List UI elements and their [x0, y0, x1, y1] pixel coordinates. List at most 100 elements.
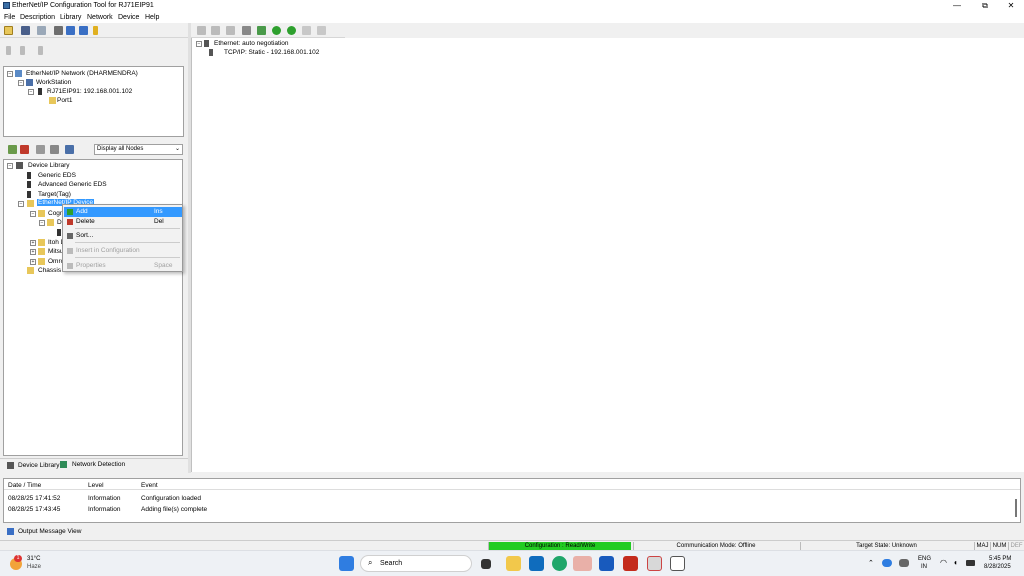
- clock-time[interactable]: 5:45 PM: [989, 556, 1011, 562]
- open-folder-icon[interactable]: [4, 26, 13, 35]
- tab-device-library[interactable]: Device Library: [18, 462, 60, 469]
- language-region[interactable]: IN: [921, 564, 927, 570]
- ethernet-tool-taskbar-icon[interactable]: [670, 556, 685, 571]
- language-code[interactable]: ENG: [918, 556, 931, 562]
- tree-device-library[interactable]: Device Library: [28, 162, 70, 169]
- view-icon[interactable]: [66, 26, 75, 35]
- tree-tcpip[interactable]: TCP/IP: Static - 192.168.001.102: [224, 49, 319, 56]
- connect-icon[interactable]: [37, 26, 46, 35]
- wifi-icon[interactable]: ◠: [940, 558, 947, 567]
- folder-icon: [38, 258, 45, 265]
- col-datetime[interactable]: Date / Time: [8, 482, 41, 489]
- config-tool3-icon[interactable]: [226, 26, 235, 35]
- windows-start-icon[interactable]: [339, 556, 354, 571]
- window-icon[interactable]: [79, 26, 88, 35]
- search-box[interactable]: ⌕ Search: [360, 555, 472, 572]
- row-level: Information: [88, 506, 121, 513]
- collapse-icon[interactable]: −: [7, 71, 13, 77]
- expand-icon[interactable]: +: [30, 249, 36, 255]
- menu-divider: [75, 228, 180, 229]
- tree-network-root[interactable]: EtherNet/IP Network (DHARMENDRA): [26, 70, 138, 77]
- move-up-icon[interactable]: [6, 46, 11, 55]
- arrow-right-icon[interactable]: [50, 145, 59, 154]
- col-event[interactable]: Event: [141, 482, 158, 489]
- filter-select[interactable]: Display all Nodes ⌄: [94, 144, 183, 155]
- list-icon[interactable]: [242, 26, 251, 35]
- menu-item-sort[interactable]: Sort...: [64, 231, 182, 241]
- menu-item-properties[interactable]: Properties Space: [64, 261, 182, 271]
- download-icon[interactable]: [287, 26, 296, 35]
- library-copy-icon[interactable]: [36, 145, 45, 154]
- tree-target-tag[interactable]: Target(Tag): [38, 191, 71, 198]
- menu-description[interactable]: Description: [20, 14, 55, 21]
- config-tool-icon[interactable]: [197, 26, 206, 35]
- tree-port[interactable]: Port1: [57, 97, 73, 104]
- minimize-button[interactable]: —: [944, 1, 970, 10]
- close-button[interactable]: ✕: [998, 1, 1024, 10]
- diagnose-icon[interactable]: [302, 26, 311, 35]
- volume-icon[interactable]: ◖: [953, 558, 958, 567]
- network-tree-panel: − EtherNet/IP Network (DHARMENDRA) − Wor…: [3, 66, 184, 137]
- add-library-icon[interactable]: [8, 145, 17, 154]
- sort-icon: [67, 233, 73, 239]
- online-icon[interactable]: [272, 26, 281, 35]
- pdf-icon[interactable]: [623, 556, 638, 571]
- expand-icon[interactable]: +: [30, 259, 36, 265]
- library-icon: [7, 462, 14, 469]
- ethernet-icon: [204, 40, 209, 47]
- config-tool-taskbar-icon[interactable]: [647, 556, 662, 571]
- tab-output-message-view[interactable]: Output Message View: [18, 528, 81, 535]
- menu-item-delete[interactable]: Delete Del: [64, 217, 182, 227]
- print-icon[interactable]: [54, 26, 63, 35]
- tree-advanced-generic-eds[interactable]: Advanced Generic EDS: [38, 181, 107, 188]
- config-tool2-icon[interactable]: [211, 26, 220, 35]
- save-icon[interactable]: [21, 26, 30, 35]
- clock-date[interactable]: 8/28/2025: [984, 564, 1011, 570]
- menu-network[interactable]: Network: [87, 14, 113, 21]
- collapse-icon[interactable]: −: [196, 41, 202, 47]
- tree-workstation[interactable]: WorkStation: [36, 79, 71, 86]
- file-explorer-icon[interactable]: [506, 556, 521, 571]
- tree-ethernet[interactable]: Ethernet: auto negotiation: [214, 40, 288, 47]
- chevron-up-icon[interactable]: ⌃: [868, 559, 874, 567]
- search-label: Search: [380, 560, 403, 567]
- tree-cognex-d[interactable]: D: [57, 219, 62, 226]
- tree-module[interactable]: RJ71EIP91: 192.168.001.102: [47, 88, 132, 95]
- tree-icon[interactable]: [38, 46, 43, 55]
- scan-icon[interactable]: [317, 26, 326, 35]
- tree-generic-eds[interactable]: Generic EDS: [38, 172, 76, 179]
- active-app-icon[interactable]: [573, 556, 592, 571]
- menu-item-add[interactable]: Add Ins: [64, 207, 182, 217]
- menu-file[interactable]: File: [4, 14, 15, 21]
- collapse-icon[interactable]: −: [18, 201, 24, 207]
- task-view-icon[interactable]: [481, 559, 491, 569]
- collapse-icon[interactable]: −: [28, 89, 34, 95]
- keyboard-icon[interactable]: [899, 559, 909, 567]
- onedrive-icon[interactable]: [882, 559, 892, 567]
- collapse-icon[interactable]: −: [7, 163, 13, 169]
- delete-library-icon[interactable]: [20, 145, 29, 154]
- col-level[interactable]: Level: [88, 482, 104, 489]
- menu-device[interactable]: Device: [118, 14, 139, 21]
- outlook-icon[interactable]: [529, 556, 544, 571]
- collapse-icon[interactable]: −: [39, 220, 45, 226]
- maximize-button[interactable]: ⧉: [972, 1, 998, 11]
- network-icon[interactable]: [257, 26, 266, 35]
- output-scrollbar[interactable]: [1015, 499, 1017, 517]
- battery-icon[interactable]: [966, 560, 975, 566]
- tab-network-detection[interactable]: Network Detection: [72, 461, 125, 468]
- word-icon[interactable]: [599, 556, 614, 571]
- move-down-icon[interactable]: [20, 46, 25, 55]
- window-title: EtherNet/IP Configuration Tool for RJ71E…: [12, 2, 154, 9]
- collapse-icon[interactable]: −: [18, 80, 24, 86]
- menu-library[interactable]: Library: [60, 14, 81, 21]
- edge-icon[interactable]: [552, 556, 567, 571]
- menu-help[interactable]: Help: [145, 14, 159, 21]
- help-icon[interactable]: [93, 26, 98, 35]
- status-bar: Configuration : Read/Write Communication…: [0, 540, 1024, 550]
- expand-icon[interactable]: +: [30, 240, 36, 246]
- status-comm-mode: Communication Mode: Offline: [633, 542, 798, 550]
- collapse-icon[interactable]: −: [30, 211, 36, 217]
- library-tool-icon[interactable]: [65, 145, 74, 154]
- menu-item-insert[interactable]: Insert in Configuration: [64, 246, 182, 256]
